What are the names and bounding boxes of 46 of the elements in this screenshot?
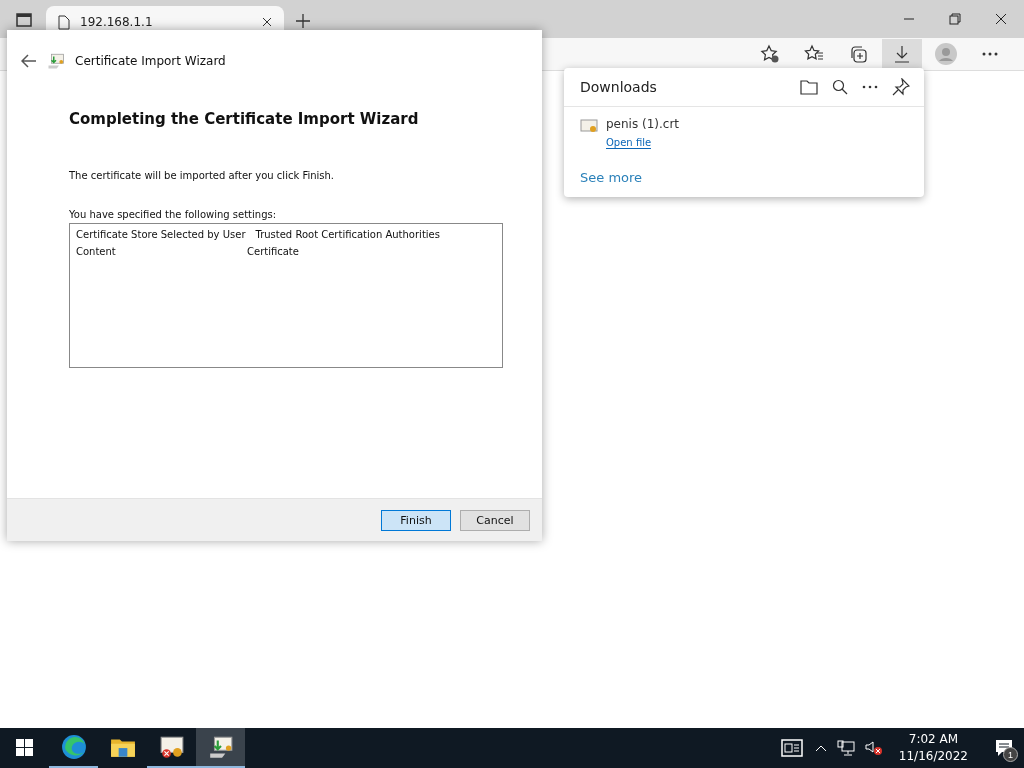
search-icon[interactable] [832,79,848,95]
network-icon[interactable] [836,740,855,756]
page-icon [58,14,70,30]
panel-title: Downloads [580,79,658,95]
dialog-button[interactable]: Cancel [460,509,530,531]
certificate-icon [580,117,598,133]
notification-count: 1 [1003,747,1018,762]
downloads-button[interactable] [882,39,922,69]
file-name: penis (1).crt [606,117,680,131]
clock[interactable]: 7:02 AM 11/16/2022 [892,731,974,765]
new-tab-icon[interactable] [296,14,310,28]
close-icon[interactable] [262,17,272,27]
volume-muted-icon[interactable] [864,740,883,756]
see-more-link[interactable]: See more [580,170,643,185]
back-icon[interactable] [21,54,37,68]
wizard-icon [207,734,234,760]
news-icon[interactable] [780,739,805,757]
browser-icon [60,734,87,760]
tab-title: 192.168.1.1 [80,15,154,29]
tab-actions-icon[interactable] [16,12,32,28]
wizard-heading: Completing the Certificate Import Wizard [69,110,420,128]
wizard-icon [47,52,65,70]
info-text: The certificate will be imported after you click Finish. [69,170,336,181]
open-file-link[interactable]: Open file [606,137,652,149]
avatar-icon [934,42,958,66]
windows-logo-icon [16,738,33,756]
more-icon [982,52,998,56]
close-icon [995,13,1007,25]
setting-name: Certificate Store Selected by User [76,228,246,242]
restore-icon [949,13,961,25]
dialog-title: Certificate Import Wizard [75,54,226,68]
pin-icon[interactable] [892,78,910,96]
setting-name: Content [76,245,117,259]
folder-icon[interactable] [800,79,818,95]
dialog-button[interactable]: Finish [381,509,451,531]
star-plus-icon [760,44,780,64]
certificate-icon [158,734,185,760]
more-icon[interactable] [862,85,878,89]
notifications-button[interactable]: 1 [984,728,1024,768]
chevron-up-icon[interactable] [814,744,827,752]
setting-value: Certificate [247,245,300,259]
taskbar-app[interactable] [196,728,245,768]
collections-icon [848,44,868,64]
settings-label: You have specified the following settings: [69,209,278,220]
setting-value: Trusted Root Certification Authorities [255,228,441,242]
download-icon [892,44,912,64]
